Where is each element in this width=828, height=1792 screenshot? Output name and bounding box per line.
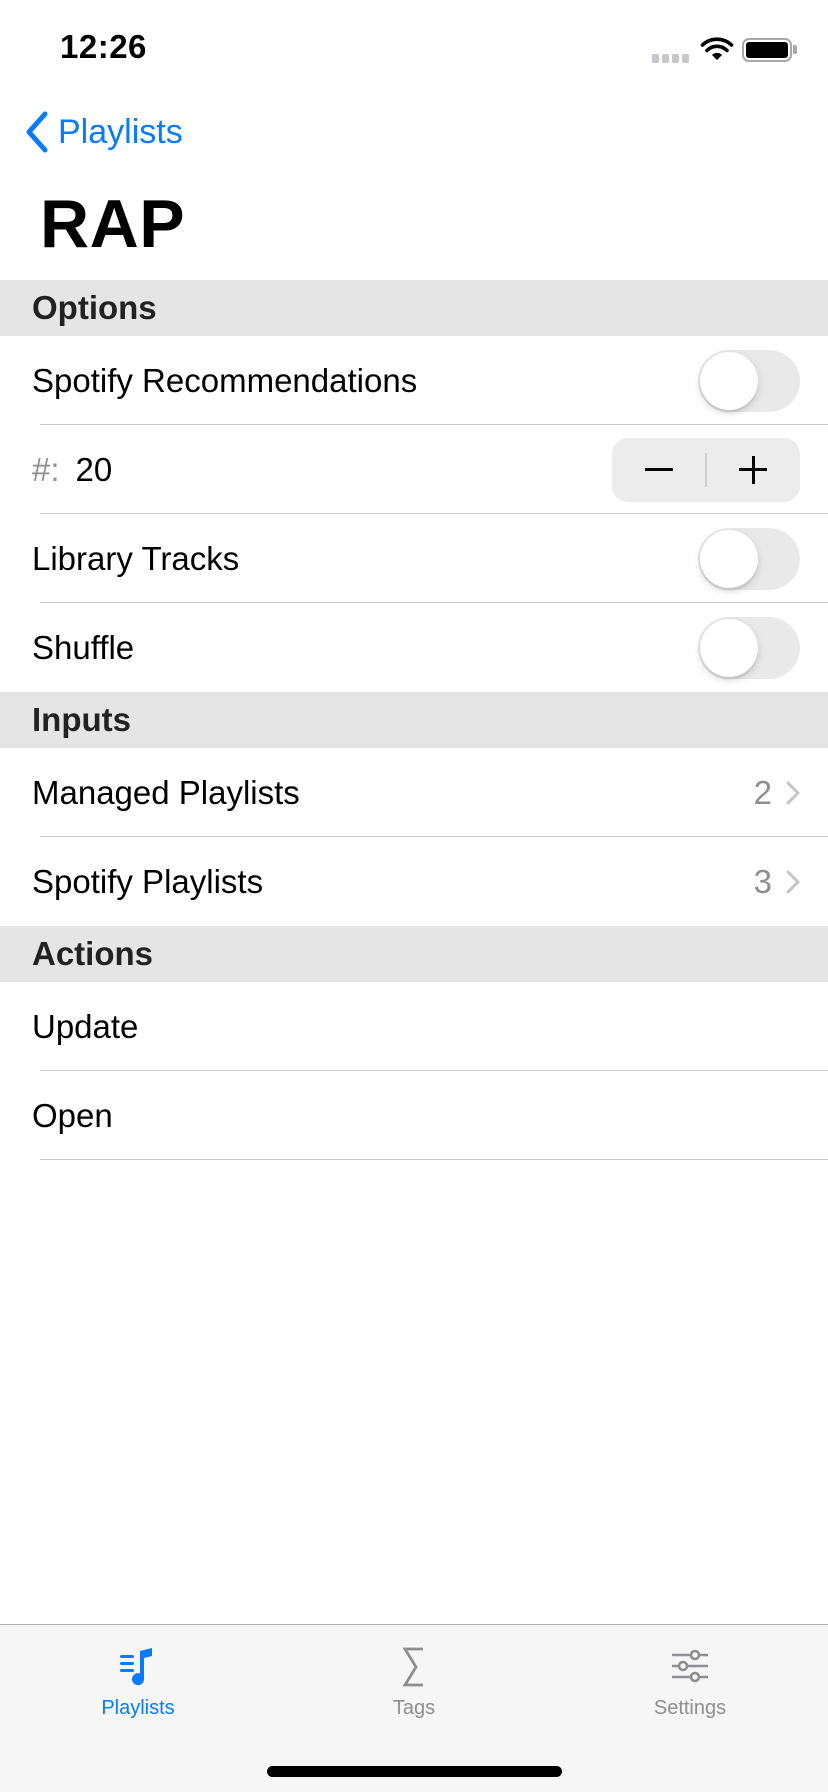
row-label: Spotify Playlists [32, 862, 264, 900]
row-label: Managed Playlists [32, 773, 300, 811]
minus-icon [644, 468, 673, 471]
settings-list: Options Spotify Recommendations #: 20 Li… [0, 280, 828, 1160]
sigma-icon [402, 1647, 423, 1687]
back-label: Playlists [58, 112, 183, 151]
home-indicator [267, 1766, 562, 1777]
shuffle-toggle[interactable] [698, 616, 800, 679]
row-label: Update [32, 1007, 139, 1045]
row-spotify-recommendations: Spotify Recommendations [0, 336, 828, 425]
library-tracks-toggle[interactable] [698, 527, 800, 590]
back-button[interactable]: Playlists [24, 108, 183, 156]
row-managed-playlists[interactable]: Managed Playlists 2 [0, 748, 828, 837]
status-time: 12:26 [60, 28, 147, 65]
tab-settings[interactable]: Settings [552, 1625, 828, 1723]
row-spotify-playlists[interactable]: Spotify Playlists 3 [0, 837, 828, 926]
plus-icon [739, 455, 768, 484]
tab-label: Playlists [101, 1697, 175, 1719]
sliders-icon [672, 1649, 708, 1683]
tab-label: Settings [653, 1697, 727, 1719]
music-list-icon [120, 1648, 152, 1686]
update-button[interactable]: Update [0, 982, 828, 1071]
status-bar: 12:26 [0, 0, 828, 96]
row-shuffle: Shuffle [0, 603, 828, 692]
spotify-playlists-count: 3 [753, 862, 772, 900]
track-count-stepper[interactable] [612, 437, 800, 502]
wifi-icon [700, 37, 734, 60]
row-label: Library Tracks [32, 539, 240, 577]
row-library-tracks: Library Tracks [0, 514, 828, 603]
row-label: Open [32, 1096, 113, 1134]
cellular-signal-icon [652, 54, 689, 63]
section-header-actions: Actions [0, 926, 828, 982]
spotify-recommendations-toggle[interactable] [698, 349, 800, 412]
section-header-inputs: Inputs [0, 692, 828, 748]
tab-tags[interactable]: Tags [276, 1625, 552, 1723]
managed-playlists-count: 2 [753, 773, 772, 811]
tab-playlists[interactable]: Playlists [0, 1625, 276, 1723]
count-prefix: #: [32, 450, 60, 488]
toggle-knob [700, 351, 758, 410]
battery-icon [742, 38, 792, 62]
row-label: Spotify Recommendations [32, 361, 418, 399]
row-label: Shuffle [32, 628, 135, 666]
toggle-knob [700, 618, 758, 677]
open-button[interactable]: Open [0, 1071, 828, 1160]
section-header-options: Options [0, 280, 828, 336]
chevron-left-icon [26, 111, 48, 153]
track-count-value: 20 [75, 450, 113, 488]
page-title: RAP [40, 186, 186, 262]
decrement-button[interactable] [612, 438, 705, 502]
increment-button[interactable] [707, 438, 800, 502]
battery-cap [793, 45, 797, 54]
chevron-right-icon [786, 870, 800, 893]
tab-label: Tags [392, 1697, 436, 1719]
toggle-knob [700, 529, 758, 588]
chevron-right-icon [786, 781, 800, 804]
row-track-count: #: 20 [0, 425, 828, 514]
